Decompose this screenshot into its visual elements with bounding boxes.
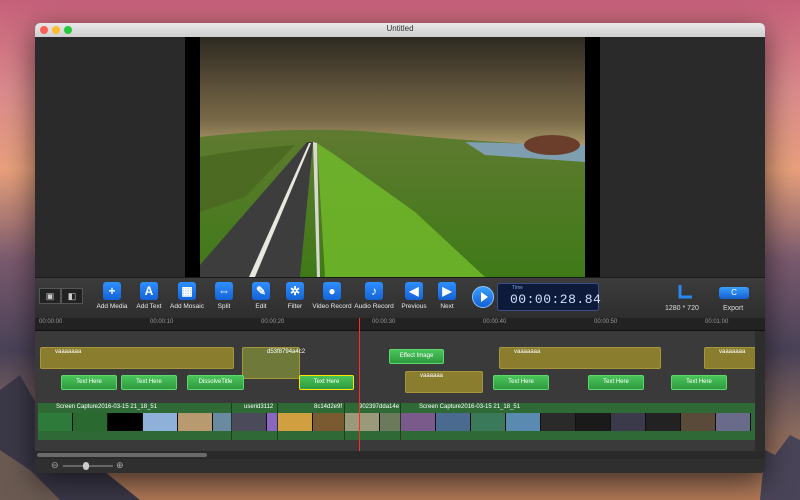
- video-clip-label: 8c14d2e9f: [314, 404, 343, 410]
- video-record-icon: ●: [323, 282, 341, 300]
- video-clip[interactable]: 902397dda14e: [345, 403, 401, 440]
- resolution-icon[interactable]: [677, 284, 693, 300]
- app-window: Untitled ▣ ◧ + Add Media A Add Text ▦ Ad…: [35, 23, 765, 473]
- timecode-value: 00:00:28.84: [510, 292, 602, 307]
- effect-clip[interactable]: vaaaaaaa: [499, 347, 661, 369]
- video-preview[interactable]: [185, 37, 600, 277]
- add-text-icon: A: [140, 282, 158, 300]
- ruler-label: 00:00:50: [594, 319, 618, 325]
- zoom-in-icon[interactable]: ⊕: [116, 460, 124, 471]
- clip-thumbnails: [232, 413, 277, 431]
- next-label: Next: [440, 303, 454, 310]
- video-clip-label: Screen Capture2016-03-15 21_18_51: [419, 404, 521, 410]
- landscape-icon[interactable]: ▣: [39, 288, 61, 304]
- previous-icon: ◀: [405, 282, 423, 300]
- ruler-label: 00:00:20: [261, 319, 285, 325]
- microphone-icon: ♪: [365, 282, 383, 300]
- video-clip[interactable]: Screen Capture2016-03-15 21_18_51: [38, 403, 232, 440]
- horizontal-scrollbar[interactable]: [35, 451, 765, 459]
- zoom-bar: ⊖ ⊕: [35, 459, 765, 473]
- add-media-icon: +: [103, 282, 121, 300]
- video-clip[interactable]: Screen Capture2016-03-15 21_18_51: [401, 403, 756, 440]
- playhead[interactable]: [359, 318, 360, 451]
- export-button[interactable]: C: [719, 287, 749, 299]
- vertical-scrollbar[interactable]: [755, 331, 765, 451]
- split-icon: ⇔: [215, 282, 233, 300]
- ruler-label: 00:00:30: [372, 319, 396, 325]
- timecode-display: Time 00:00:28.84: [497, 283, 602, 311]
- timecode-label: Time: [512, 285, 523, 291]
- text-clip[interactable]: Text Here: [588, 375, 644, 390]
- video-clip[interactable]: 8c14d2e9f: [278, 403, 345, 440]
- clip-thumbnails: [38, 413, 231, 431]
- zoom-slider-knob[interactable]: [83, 462, 89, 470]
- video-track: Screen Capture2016-03-15 21_18_51 userid…: [38, 403, 756, 440]
- text-clip[interactable]: Text Here: [61, 375, 117, 390]
- video-clip[interactable]: userid3112: [232, 403, 278, 440]
- clip-thumbnails: [345, 413, 400, 431]
- resolution-label: 1280 * 720: [665, 305, 699, 312]
- preview-area: [35, 37, 765, 277]
- video-clip-label: Screen Capture2016-03-15 21_18_51: [56, 404, 158, 410]
- text-clip[interactable]: Text Here: [121, 375, 177, 390]
- filter-icon: ✲: [286, 282, 304, 300]
- export-icon: C: [731, 288, 737, 297]
- zoom-out-icon[interactable]: ⊖: [51, 460, 59, 471]
- ruler-label: 00:00:00: [39, 319, 63, 325]
- clip-thumbnails: [278, 413, 344, 431]
- clip-thumbnails: [401, 413, 755, 431]
- preview-image: [200, 37, 585, 277]
- video-clip-label: userid3112: [244, 404, 274, 410]
- effect-image-clip[interactable]: Effect Image: [389, 349, 444, 364]
- scroll-thumb[interactable]: [37, 453, 207, 457]
- text-clip[interactable]: Text Here: [671, 375, 727, 390]
- video-record-button[interactable]: ● Video Record: [309, 282, 355, 316]
- effect-clip[interactable]: vaaaaaa: [405, 371, 483, 393]
- ruler-label: 00:00:40: [483, 319, 507, 325]
- effect-clip[interactable]: d53f8794a4c2: [242, 347, 305, 379]
- window-title: Untitled: [386, 24, 414, 33]
- text-clip[interactable]: DissolveTitle: [187, 375, 244, 390]
- play-button[interactable]: [472, 286, 494, 308]
- add-mosaic-icon: ▦: [178, 282, 196, 300]
- video-record-label: Video Record: [312, 303, 352, 310]
- ruler-label: 00:01:00: [705, 319, 729, 325]
- export-label: Export: [723, 305, 744, 312]
- zoom-slider[interactable]: [63, 462, 113, 470]
- ruler-label: 00:00:10: [150, 319, 174, 325]
- toolbar: ▣ ◧ + Add Media A Add Text ▦ Add Mosaic …: [35, 277, 765, 318]
- edit-icon: ✎: [252, 282, 270, 300]
- text-clip-selected[interactable]: Text Here: [299, 375, 354, 390]
- title-bar: Untitled: [35, 23, 765, 38]
- next-button[interactable]: ▶ Next: [424, 282, 470, 316]
- text-clip[interactable]: Text Here: [493, 375, 549, 390]
- timeline-ruler[interactable]: 00:00:00 00:00:10 00:00:20 00:00:30 00:0…: [35, 318, 765, 331]
- effect-clip[interactable]: vaaaaaaa: [40, 347, 234, 369]
- split-view-icon[interactable]: ◧: [61, 288, 83, 304]
- play-icon: [481, 292, 488, 302]
- next-icon: ▶: [438, 282, 456, 300]
- video-clip-label: 902397dda14e: [359, 404, 400, 410]
- effect-clip[interactable]: vaaaaaaa: [704, 347, 756, 369]
